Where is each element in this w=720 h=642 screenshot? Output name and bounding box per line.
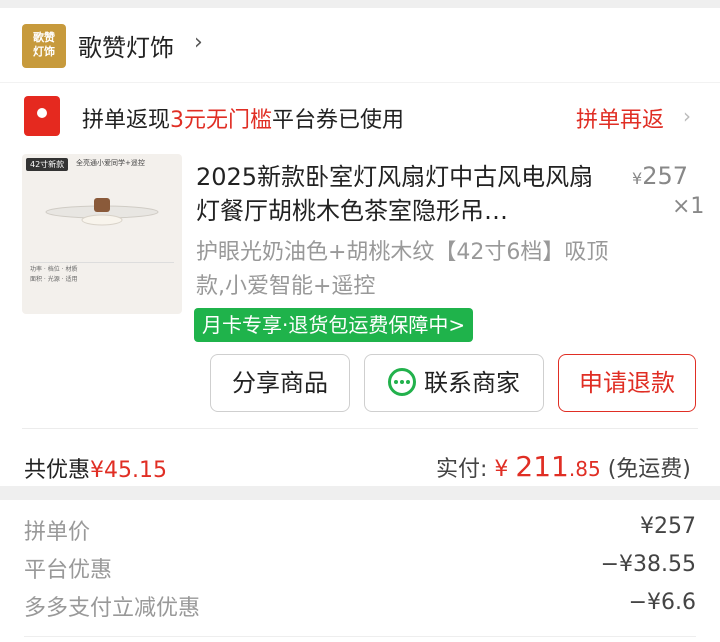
discount-value: ¥45.15: [90, 458, 167, 483]
group-buy-prefix: 拼单返现: [82, 108, 171, 133]
share-button[interactable]: 分享商品: [210, 354, 350, 412]
product-price: ¥257: [632, 162, 688, 190]
paid-label: 实付:: [436, 457, 488, 482]
divider: [24, 636, 696, 637]
top-strip: [0, 0, 720, 8]
order-card: 歌赞 灯饰 歌赞灯饰 › 拼单返现3元无门槛平台券已使用 拼单再返 › 42寸新款…: [0, 8, 720, 486]
refund-button[interactable]: 申请退款: [558, 354, 696, 412]
image-title: 全亮通小爱同学+遥控: [76, 159, 145, 167]
breakdown-row: 平台优惠 −¥38.55: [0, 552, 720, 588]
red-packet-icon: [24, 96, 60, 136]
product-quantity: ×1: [672, 194, 705, 219]
total-discount: 共优惠¥45.15: [24, 452, 167, 484]
shop-header[interactable]: 歌赞 灯饰 歌赞灯饰 ›: [0, 8, 720, 82]
promo-tag[interactable]: 月卡专享·退货包运费保障中>: [194, 308, 474, 342]
chevron-right-icon[interactable]: ›: [683, 104, 691, 128]
breakdown-value: −¥38.55: [600, 552, 696, 577]
product-title[interactable]: 2025新款卧室灯风扇灯中古风电风扇灯餐厅胡桃木色茶室隐形吊…: [196, 160, 616, 228]
group-buy-again-link[interactable]: 拼单再返: [576, 102, 664, 134]
section-gap: [0, 486, 720, 500]
shop-name[interactable]: 歌赞灯饰: [78, 28, 174, 63]
breakdown-label: 多多支付立减优惠: [24, 596, 201, 621]
breakdown-row: 拼单价 ¥257: [0, 514, 720, 550]
ceiling-fan-illustration: [45, 198, 159, 226]
divider: [0, 82, 720, 83]
paid-amount: 实付: ¥ 211.85 (免运费): [436, 450, 691, 483]
product-thumbnail[interactable]: 42寸新款 全亮通小爱同学+遥控 功率 · 档位 · 材质 面积 · 光源 · …: [22, 154, 182, 314]
contact-merchant-button[interactable]: 联系商家: [364, 354, 544, 412]
breakdown-label: 拼单价: [24, 520, 91, 545]
breakdown-row: 多多支付立减优惠 −¥6.6: [0, 590, 720, 626]
breakdown-value: ¥257: [640, 514, 696, 539]
price-value: 257: [642, 162, 688, 190]
price-breakdown: 拼单价 ¥257 平台优惠 −¥38.55 多多支付立减优惠 −¥6.6: [0, 500, 720, 642]
contact-label: 联系商家: [424, 369, 520, 397]
breakdown-label: 平台优惠: [24, 558, 113, 583]
paid-decimal: .85: [568, 457, 601, 481]
shipping-note: (免运费): [607, 457, 691, 482]
product-spec: 护眼光奶油色+胡桃木纹【42寸6档】吸顶款,小爱智能+遥控: [196, 240, 609, 299]
shop-logo: 歌赞 灯饰: [22, 24, 66, 68]
group-buy-suffix: 平台券已使用: [272, 108, 405, 133]
price-currency: ¥: [632, 169, 643, 188]
image-spec-table: 功率 · 档位 · 材质 面积 · 光源 · 适用: [30, 262, 174, 285]
divider: [22, 428, 698, 429]
paid-currency: ¥: [494, 457, 509, 482]
group-buy-banner[interactable]: 拼单返现3元无门槛平台券已使用 拼单再返 ›: [0, 96, 720, 144]
discount-label: 共优惠: [24, 458, 91, 483]
group-buy-highlight: 3元无门槛: [170, 108, 273, 133]
chevron-right-icon[interactable]: ›: [194, 30, 203, 55]
group-buy-text: 拼单返现3元无门槛平台券已使用: [82, 102, 404, 134]
paid-integer: 211: [515, 450, 569, 483]
chat-icon: [388, 368, 416, 396]
image-badge: 42寸新款: [26, 158, 69, 171]
breakdown-value: −¥6.6: [628, 590, 696, 615]
